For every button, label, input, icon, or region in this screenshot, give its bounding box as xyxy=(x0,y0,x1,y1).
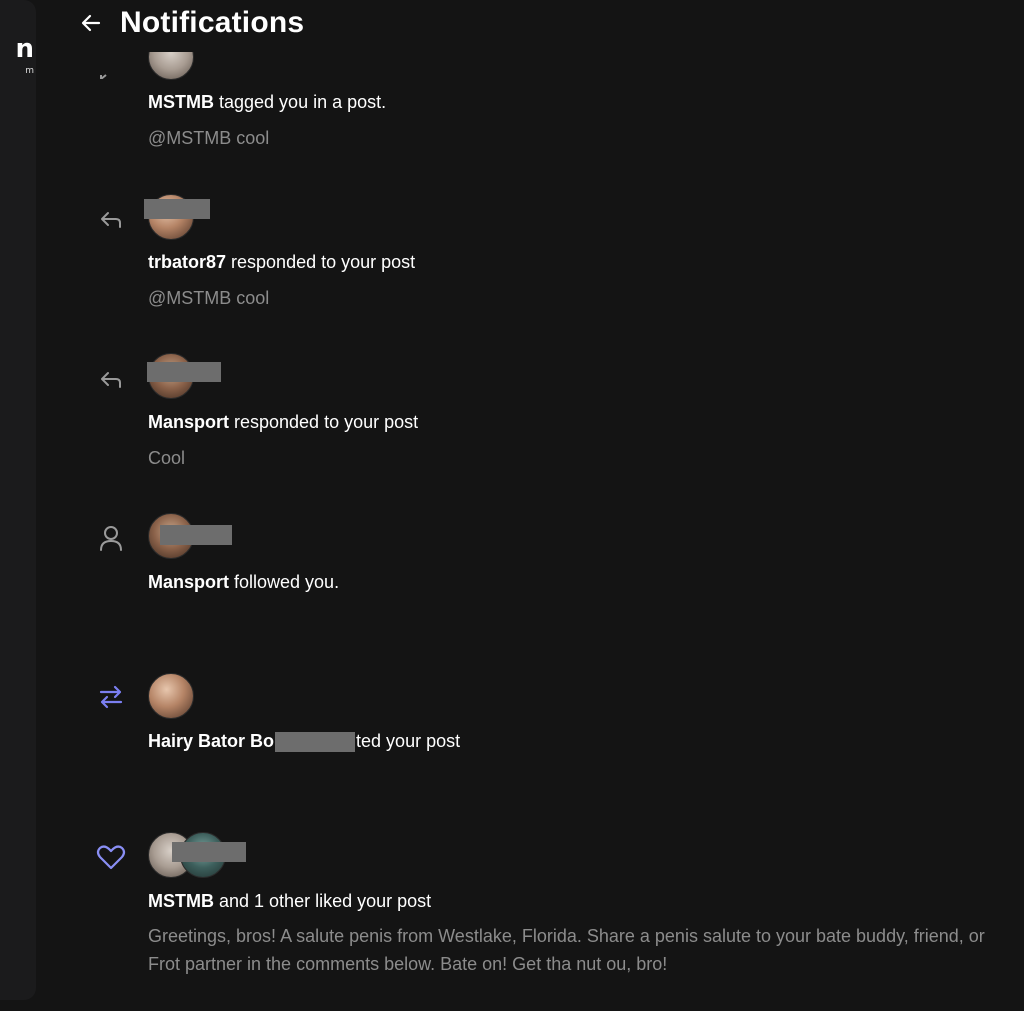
notification-content[interactable]: @MSTMB cool xyxy=(148,284,998,312)
notification-action: followed you. xyxy=(229,572,340,592)
username[interactable]: Hairy Bator Bo xyxy=(148,731,274,751)
notification-text: Hairy Bator Bo ted your post xyxy=(148,731,461,753)
notification-text: Mansport followed you. xyxy=(148,572,339,593)
page-title: Notifications xyxy=(120,6,305,39)
notification-action: responded to your post xyxy=(229,412,419,432)
avatar-group[interactable] xyxy=(148,673,194,719)
notification-text: MSTMB and 1 other liked your post xyxy=(148,891,431,912)
username[interactable]: trbator87 xyxy=(148,252,226,272)
repost-icon xyxy=(95,681,127,713)
back-arrow-icon[interactable] xyxy=(78,10,104,36)
redaction-inline xyxy=(275,732,356,753)
redaction-bar xyxy=(144,199,210,219)
username[interactable]: MSTMB xyxy=(148,92,214,112)
notification-content[interactable]: Cool xyxy=(148,444,998,472)
notification-action: responded to your post xyxy=(226,252,416,272)
notification-text: Mansport responded to your post xyxy=(148,412,418,433)
avatar[interactable] xyxy=(148,673,194,719)
brand-logo-fragment[interactable]: n xyxy=(15,36,34,62)
left-sidebar: n m xyxy=(0,0,36,1000)
redaction-bar xyxy=(160,525,232,545)
username[interactable]: Mansport xyxy=(148,412,229,432)
notification-content[interactable]: Greetings, bros! A salute penis from Wes… xyxy=(148,922,998,978)
notification-text: MSTMB tagged you in a post. xyxy=(148,92,386,113)
speech-bubble-icon xyxy=(95,52,127,84)
notification-action: and 1 other liked your post xyxy=(214,891,432,911)
heart-icon xyxy=(95,841,127,873)
redaction-bar xyxy=(147,362,221,382)
username[interactable]: MSTMB xyxy=(148,891,214,911)
brand-subtext: m xyxy=(25,66,34,76)
notification-text: trbator87 responded to your post xyxy=(148,252,415,273)
notification-content[interactable]: @MSTMB cool xyxy=(148,124,998,152)
notification-action: ted your post xyxy=(356,731,461,751)
reply-icon xyxy=(95,204,127,236)
notification-action: tagged you in a post. xyxy=(214,92,387,112)
redaction-bar xyxy=(172,842,246,862)
username[interactable]: Mansport xyxy=(148,572,229,592)
user-icon xyxy=(95,522,127,554)
reply-icon xyxy=(95,364,127,396)
page-header-overlay: Notifications xyxy=(78,4,304,42)
